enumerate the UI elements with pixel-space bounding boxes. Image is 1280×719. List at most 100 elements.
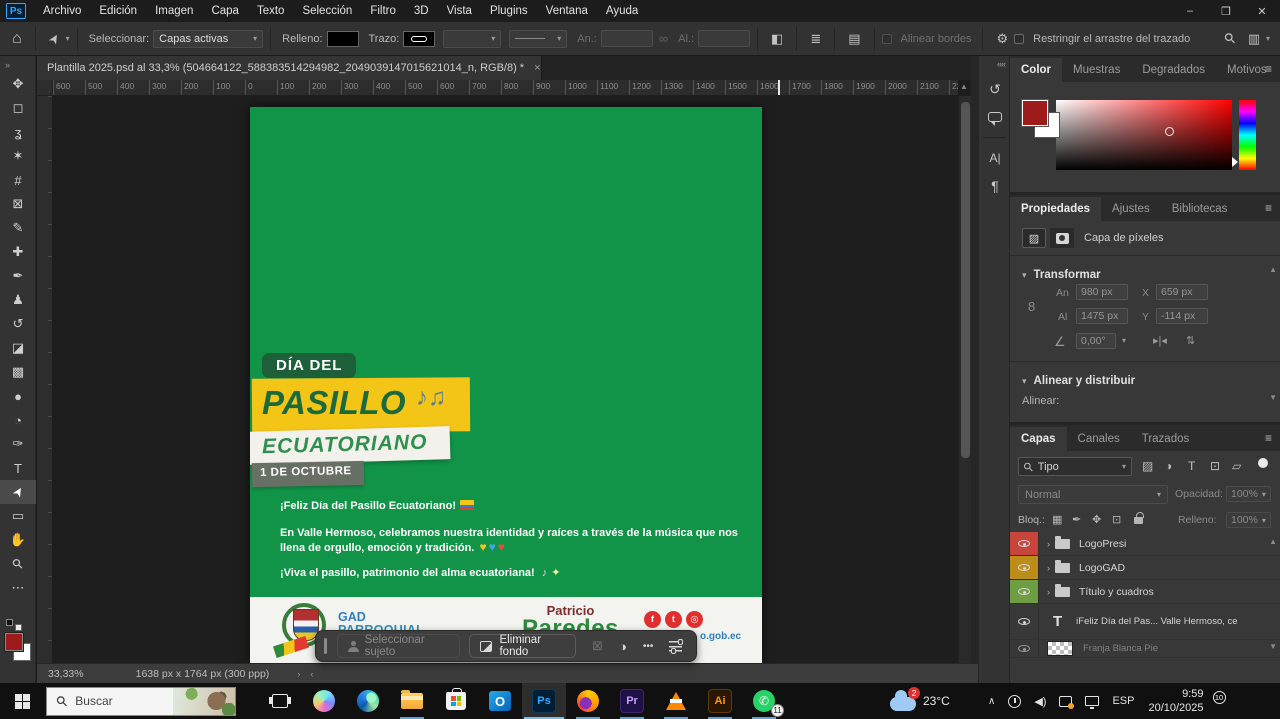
scroll-up-icon[interactable]: ▲ bbox=[960, 82, 968, 91]
path-selection-tool[interactable]: ➤ bbox=[0, 480, 36, 504]
eyedropper-tool[interactable]: ✎ bbox=[0, 216, 36, 240]
tab-bibliotecas[interactable]: Bibliotecas bbox=[1161, 197, 1239, 221]
scrollbar-thumb[interactable] bbox=[961, 102, 970, 458]
path-arrangement-icon[interactable]: ▤ bbox=[848, 31, 860, 47]
menu-item[interactable]: Imagen bbox=[146, 0, 202, 22]
tab-trazados[interactable]: Trazados bbox=[1131, 427, 1201, 451]
minimize-button[interactable]: – bbox=[1172, 5, 1208, 17]
current-tool-icon[interactable]: ➤ bbox=[44, 30, 63, 47]
premiere-button[interactable]: Pr bbox=[610, 683, 654, 719]
visibility-eye-icon[interactable] bbox=[1018, 588, 1030, 595]
rectangular-marquee-tool[interactable]: ◻ bbox=[0, 96, 36, 120]
more-options-icon[interactable]: ••• bbox=[643, 641, 654, 652]
layer-row-titulo[interactable]: › Título y cuadros bbox=[1010, 580, 1280, 604]
dodge-tool[interactable]: ◔ bbox=[0, 408, 36, 432]
layers-scroll-down-icon[interactable]: ▼ bbox=[1269, 642, 1277, 651]
search-highlight-image[interactable] bbox=[173, 688, 235, 716]
adjustments-icon[interactable]: ◑ bbox=[619, 639, 627, 654]
horizontal-ruler[interactable]: 6005004003002001000100200300400500600700… bbox=[53, 80, 958, 96]
status-prev-icon[interactable]: ‹ bbox=[310, 669, 313, 679]
hue-pointer-icon[interactable] bbox=[1232, 157, 1238, 167]
layers-scroll-up-icon[interactable]: ▲ bbox=[1269, 537, 1277, 546]
copilot-button[interactable] bbox=[302, 683, 346, 719]
tab-color[interactable]: Color bbox=[1010, 58, 1062, 82]
layer-row-text[interactable]: T iFeliz Día del Pas... Valle Hermoso, c… bbox=[1010, 604, 1280, 640]
menu-item[interactable]: Capa bbox=[202, 0, 248, 22]
fill-swatch[interactable] bbox=[327, 31, 359, 47]
pixel-layer-icon[interactable]: ▨ bbox=[1022, 228, 1046, 248]
expand-group-icon[interactable]: › bbox=[1047, 587, 1050, 597]
color-picker-cursor[interactable] bbox=[1165, 127, 1174, 136]
lock-pixels-icon[interactable]: ✒ bbox=[1072, 513, 1081, 526]
ruler-corner[interactable] bbox=[37, 80, 53, 96]
filter-adjustment-layers-icon[interactable]: ◑ bbox=[1165, 459, 1172, 473]
outlook-button[interactable]: O bbox=[478, 683, 522, 719]
tray-expand-icon[interactable]: ∧ bbox=[988, 696, 995, 707]
brush-tool[interactable]: ✒ bbox=[0, 264, 36, 288]
tray-app-icon[interactable] bbox=[1008, 695, 1021, 708]
clone-stamp-tool[interactable]: ♟ bbox=[0, 288, 36, 312]
tray-notification-app-icon[interactable] bbox=[1059, 696, 1072, 707]
paragraph-panel-icon[interactable]: ¶ bbox=[979, 172, 1011, 200]
more-tools[interactable]: ⋯ bbox=[0, 576, 36, 600]
vertical-ruler[interactable] bbox=[37, 96, 53, 663]
layer-row-logopresi[interactable]: › LogoPresi ▲ bbox=[1010, 532, 1280, 556]
layer-row-logogad[interactable]: › LogoGAD bbox=[1010, 556, 1280, 580]
layer-filter-dropdown[interactable]: ⚲ Tipo ▾ bbox=[1018, 457, 1132, 476]
stroke-swatch[interactable] bbox=[403, 31, 435, 47]
tab-propiedades[interactable]: Propiedades bbox=[1010, 197, 1101, 221]
transform-section-header[interactable]: ▾Transformar bbox=[1022, 265, 1101, 283]
menu-item[interactable]: Ventana bbox=[537, 0, 597, 22]
lasso-tool[interactable]: ʓ bbox=[0, 120, 36, 144]
eraser-tool[interactable]: ◪ bbox=[0, 336, 36, 360]
menu-item[interactable]: Texto bbox=[248, 0, 294, 22]
zoom-level[interactable]: 33,33% bbox=[48, 668, 84, 680]
filter-smart-objects-icon[interactable]: ▱ bbox=[1232, 459, 1241, 473]
lock-position-icon[interactable]: ✥ bbox=[1092, 513, 1101, 526]
filter-pixel-layers-icon[interactable]: ▨ bbox=[1142, 459, 1153, 473]
home-icon[interactable]: ⌂ bbox=[12, 30, 22, 48]
path-operations-icon[interactable]: ◧ bbox=[771, 31, 783, 47]
vertical-scrollbar[interactable] bbox=[958, 96, 971, 663]
lock-artboard-icon[interactable]: ⊡ bbox=[1112, 513, 1121, 526]
tool-preset-caret[interactable]: ▾ bbox=[66, 34, 70, 43]
filter-toggle-icon[interactable] bbox=[1258, 457, 1268, 471]
panel-foreground-swatch[interactable] bbox=[1022, 100, 1048, 126]
visibility-eye-icon[interactable] bbox=[1018, 564, 1030, 571]
workspace-icon[interactable]: ▥ bbox=[1248, 31, 1260, 47]
weather-widget[interactable]: 2 23°C bbox=[890, 691, 962, 711]
mask-properties-icon[interactable] bbox=[1050, 228, 1074, 248]
poster-canvas[interactable]: DÍA DEL PASILLO ♪♫ ECUATORIANO 1 DE OCTU… bbox=[250, 107, 762, 663]
foreground-color-swatch[interactable] bbox=[5, 633, 23, 651]
taskbar-search-box[interactable]: ⚲ Buscar bbox=[46, 687, 236, 716]
frame-tool[interactable]: ⊠ bbox=[0, 192, 36, 216]
tab-muestras[interactable]: Muestras bbox=[1062, 58, 1131, 82]
edge-button[interactable] bbox=[346, 683, 390, 719]
move-tool[interactable]: ✥ bbox=[0, 72, 36, 96]
hand-tool[interactable]: ✋ bbox=[0, 528, 36, 552]
history-brush-tool[interactable]: ↺ bbox=[0, 312, 36, 336]
whatsapp-button[interactable]: ✆ 11 bbox=[742, 683, 786, 719]
visibility-eye-icon[interactable] bbox=[1018, 540, 1030, 547]
expand-group-icon[interactable]: › bbox=[1047, 539, 1050, 549]
taskbar-drag-handle[interactable] bbox=[324, 638, 327, 654]
close-button[interactable]: ✕ bbox=[1244, 5, 1280, 18]
firefox-button[interactable] bbox=[566, 683, 610, 719]
healing-brush-tool[interactable]: ✚ bbox=[0, 240, 36, 264]
photoshop-button[interactable]: Ps bbox=[522, 683, 566, 719]
path-alignment-icon[interactable]: ≣ bbox=[810, 31, 821, 47]
crop-tool[interactable]: # bbox=[0, 168, 36, 192]
menu-item[interactable]: Edición bbox=[90, 0, 146, 22]
language-indicator[interactable]: ESP bbox=[1112, 695, 1134, 707]
visibility-eye-icon[interactable] bbox=[1018, 645, 1030, 652]
tab-capas[interactable]: Capas bbox=[1010, 427, 1067, 451]
saturation-brightness-field[interactable] bbox=[1056, 100, 1232, 170]
start-button[interactable] bbox=[0, 683, 44, 719]
expand-tools-icon[interactable]: » bbox=[0, 56, 35, 72]
tab-canales[interactable]: Canales bbox=[1067, 427, 1131, 451]
task-view-button[interactable] bbox=[258, 683, 302, 719]
panel-menu-icon[interactable]: ≡ bbox=[1265, 62, 1272, 76]
align-section-header[interactable]: ▾Alinear y distribuir bbox=[1022, 371, 1135, 389]
menu-item[interactable]: Plugins bbox=[481, 0, 537, 22]
hue-slider[interactable] bbox=[1239, 100, 1256, 170]
